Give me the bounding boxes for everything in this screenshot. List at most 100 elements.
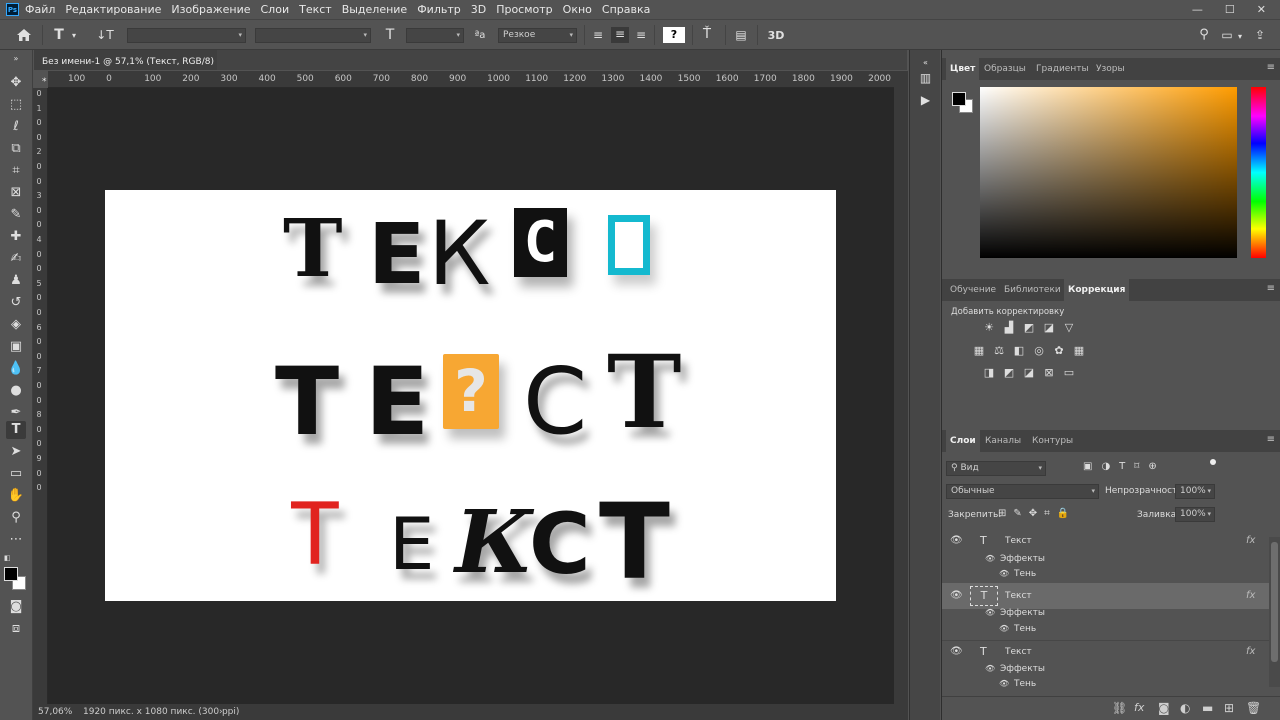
- zoom-tool-icon[interactable]: ⚲: [6, 509, 26, 527]
- selective-color-icon[interactable]: ⊠: [1042, 367, 1056, 379]
- toggle-orientation-icon[interactable]: ↓T: [94, 28, 116, 42]
- channel-mixer-icon[interactable]: ✿: [1052, 345, 1066, 357]
- screen-mode-icon[interactable]: ⧈: [6, 620, 26, 638]
- layer-filter-icons[interactable]: ▣◑T⌑⊕: [1083, 461, 1166, 472]
- lock-icons[interactable]: ⊞✎✥⌗🔒: [998, 508, 1076, 519]
- color-foreground-swatch[interactable]: [952, 92, 966, 106]
- tab-libraries[interactable]: Библиотеки: [1000, 279, 1065, 301]
- black-white-icon[interactable]: ◧: [1012, 345, 1026, 357]
- levels-icon[interactable]: ▟: [1002, 322, 1016, 334]
- menu-file[interactable]: Файл: [25, 3, 55, 16]
- link-icon[interactable]: ⛓: [1112, 701, 1127, 715]
- color-balance-icon[interactable]: ⚖: [992, 345, 1006, 357]
- chevron-down-icon[interactable]: ▾: [70, 29, 78, 43]
- tab-adjustments[interactable]: Коррекция: [1064, 279, 1130, 301]
- minimize-button[interactable]: —: [1192, 3, 1203, 16]
- document-canvas[interactable]: Т Е К С Т Е ? С Т Т Е К С Т: [105, 190, 836, 601]
- text-color-swatch[interactable]: ?: [663, 27, 685, 43]
- home-icon[interactable]: [14, 28, 34, 45]
- type-tool-icon[interactable]: T: [6, 421, 26, 439]
- fill-input[interactable]: 100% ▾: [1175, 507, 1215, 522]
- search-icon[interactable]: ⚲: [1196, 28, 1212, 42]
- layer-name[interactable]: Текст: [1005, 530, 1032, 552]
- marquee-tool-icon[interactable]: ⬚: [6, 96, 26, 114]
- eraser-tool-icon[interactable]: ◈: [6, 316, 26, 334]
- adjustment-icon[interactable]: ◐: [1180, 701, 1190, 715]
- menu-view[interactable]: Просмотр: [496, 3, 552, 16]
- fx-icon[interactable]: fx: [1134, 701, 1144, 714]
- effect-row[interactable]: 👁 Тень: [942, 565, 1270, 583]
- lasso-tool-icon[interactable]: ℓ: [6, 118, 26, 136]
- font-size-select[interactable]: ▾: [406, 28, 464, 43]
- visibility-eye-icon[interactable]: 👁: [999, 565, 1009, 583]
- menu-type[interactable]: Текст: [299, 3, 332, 16]
- share-icon[interactable]: ⇪: [1252, 28, 1268, 42]
- collapse-icon[interactable]: «: [917, 54, 934, 71]
- align-right-icon[interactable]: ≡: [633, 28, 649, 42]
- menu-edit[interactable]: Редактирование: [65, 3, 161, 16]
- move-tool-icon[interactable]: ✥: [6, 74, 26, 92]
- layers-scrollbar[interactable]: [1269, 537, 1280, 687]
- new-layer-icon[interactable]: ⊞: [1224, 701, 1234, 715]
- filter-toggle-icon[interactable]: [1210, 459, 1216, 465]
- panel-menu-icon[interactable]: ≡: [1267, 434, 1275, 445]
- tab-patterns[interactable]: Узоры: [1092, 58, 1129, 80]
- photo-filter-icon[interactable]: ◎: [1032, 345, 1046, 357]
- tab-paths[interactable]: Контуры: [1028, 430, 1077, 452]
- brightness-icon[interactable]: ☀: [982, 322, 996, 334]
- healing-brush-tool-icon[interactable]: ✚: [6, 228, 26, 246]
- default-colors-icon[interactable]: ◧: [4, 554, 11, 562]
- layer-row[interactable]: 👁 T Текст fx: [942, 640, 1270, 662]
- zoom-level[interactable]: 57,06%: [38, 704, 72, 720]
- tab-gradients[interactable]: Градиенты: [1032, 58, 1093, 80]
- tab-layers[interactable]: Слои: [946, 430, 980, 452]
- tab-swatches[interactable]: Образцы: [980, 58, 1030, 80]
- opacity-input[interactable]: 100% ▾: [1175, 484, 1215, 499]
- panel-menu-icon[interactable]: ≡: [1267, 283, 1275, 294]
- color-field[interactable]: [980, 87, 1237, 258]
- pen-tool-icon[interactable]: ✒: [6, 404, 26, 422]
- eyedropper-tool-icon[interactable]: ✎: [6, 206, 26, 224]
- history-panel-icon[interactable]: ▥: [917, 70, 934, 87]
- type-tool-preset-icon[interactable]: T: [50, 28, 68, 42]
- effect-row[interactable]: 👁 Тень: [942, 620, 1270, 638]
- hue-slider[interactable]: [1251, 87, 1266, 258]
- threshold-icon[interactable]: ◪: [1022, 367, 1036, 379]
- posterize-icon[interactable]: ◩: [1002, 367, 1016, 379]
- align-center-icon[interactable]: ≡: [611, 27, 629, 43]
- menu-3d[interactable]: 3D: [471, 3, 486, 16]
- effect-row[interactable]: 👁 Тень: [942, 675, 1270, 693]
- status-menu-arrow[interactable]: ›: [219, 704, 223, 720]
- vibrance-icon[interactable]: ▽: [1062, 322, 1076, 334]
- object-selection-tool-icon[interactable]: ⧉: [6, 140, 26, 158]
- close-window-button[interactable]: ✕: [1257, 3, 1266, 16]
- character-panel-icon[interactable]: ▤: [733, 28, 749, 42]
- menu-filter[interactable]: Фильтр: [417, 3, 461, 16]
- menu-image[interactable]: Изображение: [171, 3, 250, 16]
- quick-mask-icon[interactable]: ◙: [6, 598, 26, 616]
- menu-layers[interactable]: Слои: [261, 3, 290, 16]
- layer-filter-select[interactable]: ⚲ Вид ▾: [946, 461, 1046, 476]
- menu-select[interactable]: Выделение: [342, 3, 408, 16]
- blend-mode-select[interactable]: Обычные ▾: [946, 484, 1099, 499]
- antialias-select[interactable]: Резкое ▾: [498, 28, 577, 43]
- canvas-scrollbar[interactable]: [894, 71, 908, 704]
- curves-icon[interactable]: ◩: [1022, 322, 1036, 334]
- foreground-color-swatch[interactable]: [4, 567, 18, 581]
- brush-tool-icon[interactable]: ✍: [6, 250, 26, 268]
- hand-tool-icon[interactable]: ✋: [6, 487, 26, 505]
- fx-icon[interactable]: fx: [1246, 530, 1255, 552]
- menu-window[interactable]: Окно: [563, 3, 592, 16]
- history-brush-tool-icon[interactable]: ↺: [6, 294, 26, 312]
- font-family-select[interactable]: ▾: [127, 28, 246, 43]
- frame-tool-icon[interactable]: ⊠: [6, 184, 26, 202]
- actions-play-icon[interactable]: ▶: [917, 92, 934, 109]
- visibility-eye-icon[interactable]: 👁: [950, 530, 963, 552]
- collapse-tools-icon[interactable]: »: [6, 55, 26, 63]
- mask-icon[interactable]: ◙: [1158, 701, 1170, 715]
- color-lookup-icon[interactable]: ▦: [1072, 345, 1086, 357]
- blur-tool-icon[interactable]: 💧: [6, 360, 26, 378]
- panel-menu-icon[interactable]: ≡: [1267, 62, 1275, 73]
- 3d-button[interactable]: 3D: [765, 29, 787, 43]
- menu-help[interactable]: Справка: [602, 3, 650, 16]
